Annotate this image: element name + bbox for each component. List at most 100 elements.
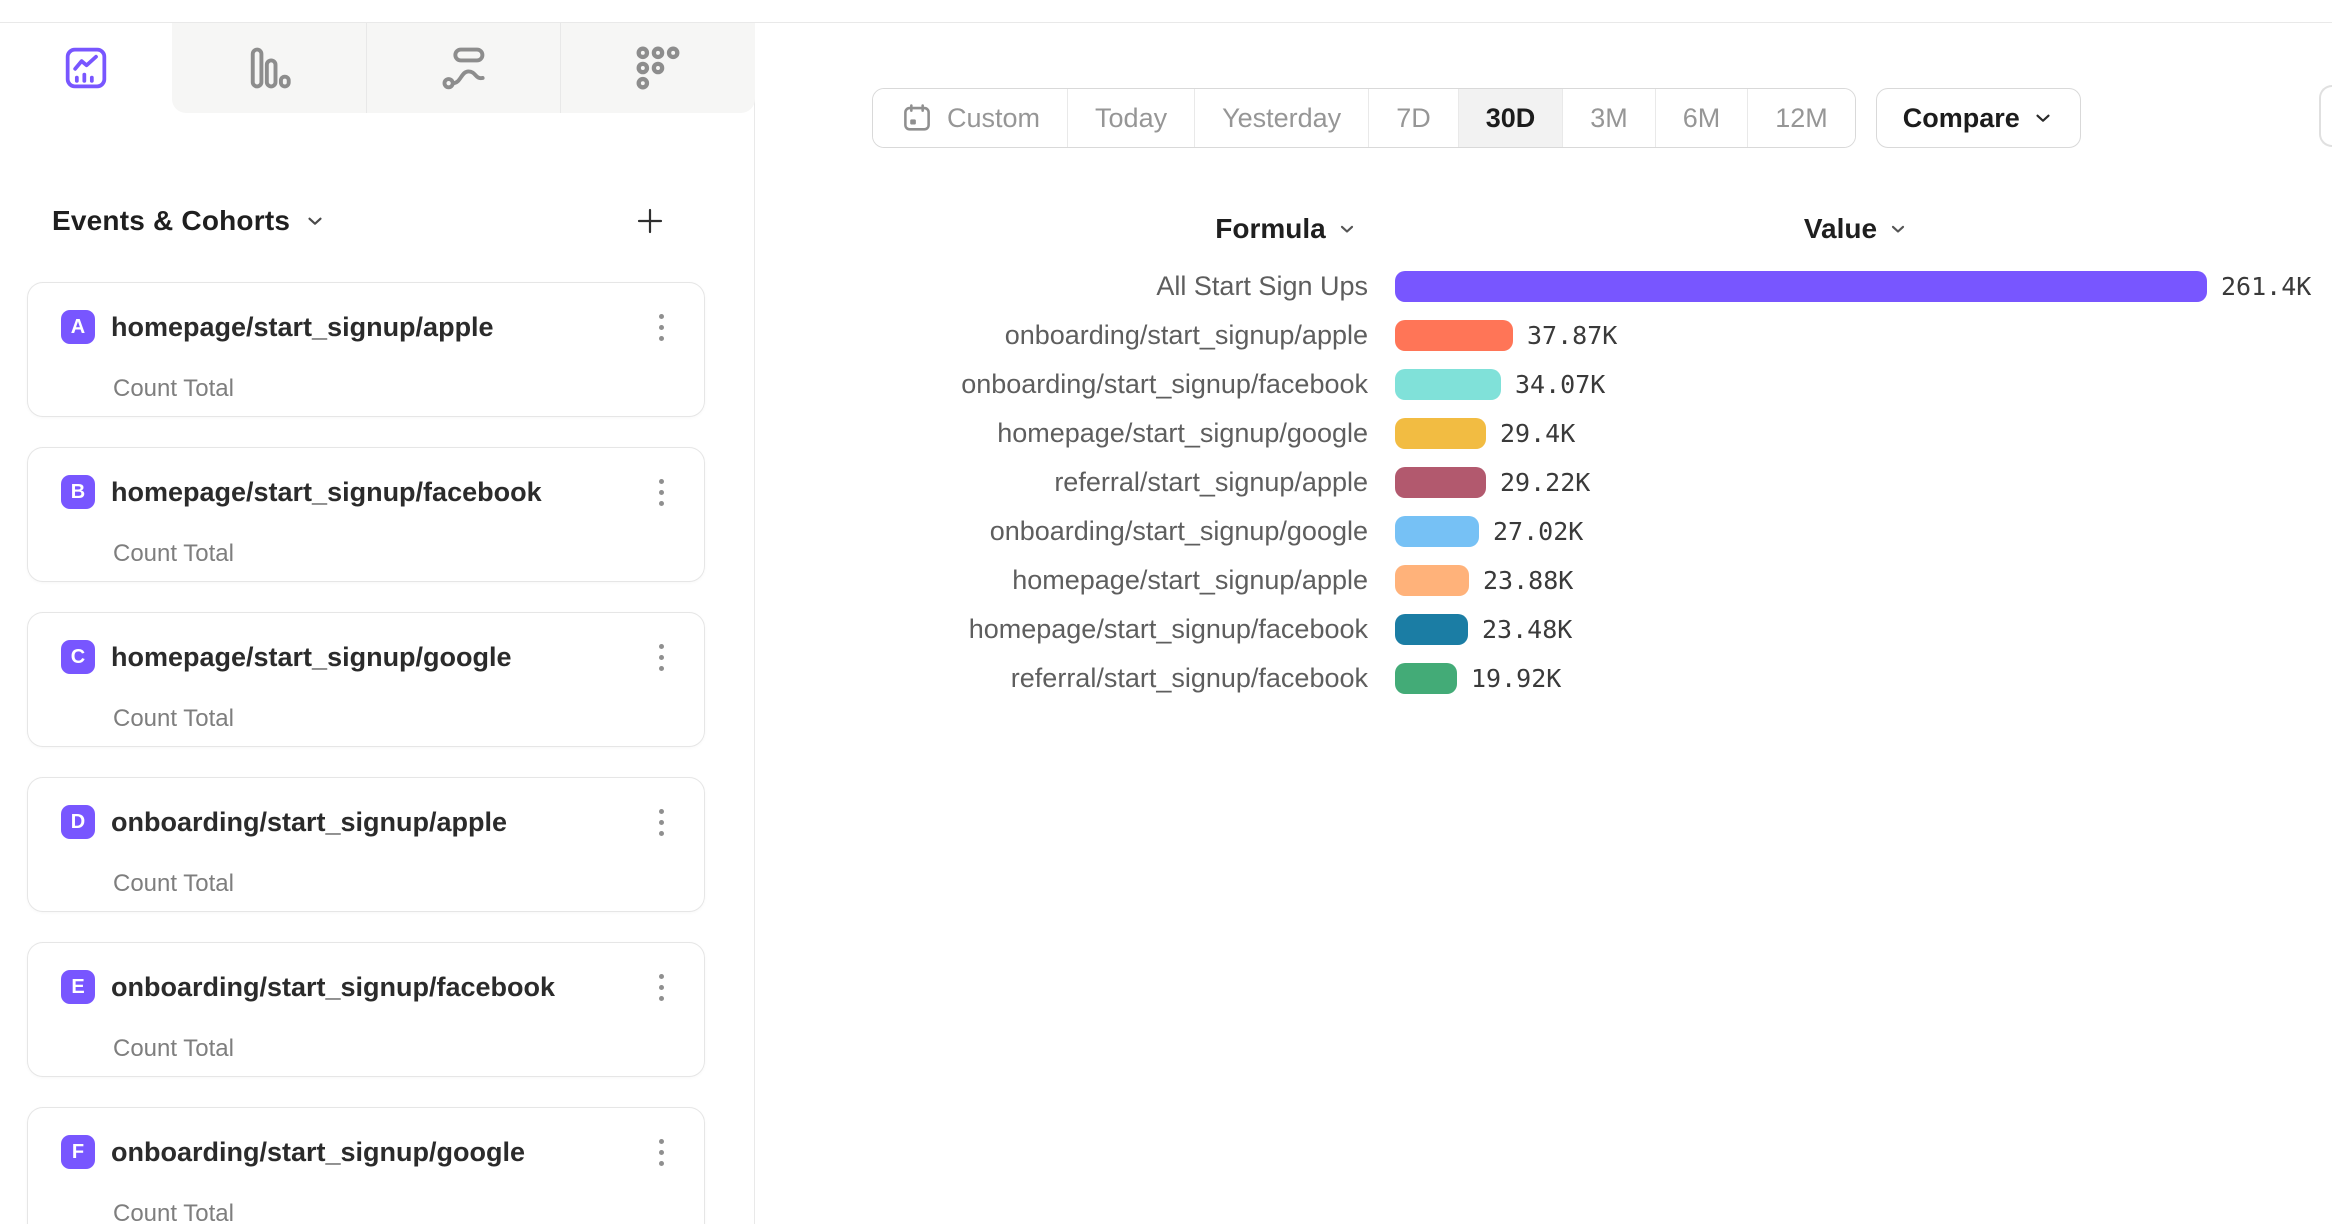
events-cohorts-title[interactable]: Events & Cohorts (52, 205, 290, 237)
chart-row: homepage/start_signup/apple 23.88K (756, 556, 2332, 605)
chart-row-track: 29.4K (1395, 418, 1575, 449)
tab-group-unselected (172, 23, 755, 113)
bar-chart-icon (243, 42, 295, 94)
kebab-menu-icon[interactable] (646, 637, 676, 677)
chart-bar[interactable] (1395, 565, 1469, 596)
date-range-option-custom[interactable]: Custom (873, 89, 1067, 147)
chart-row-track: 261.4K (1395, 271, 2311, 302)
date-range-option-today[interactable]: Today (1067, 89, 1194, 147)
compare-button[interactable]: Compare (1876, 88, 2081, 148)
chart-row-label: onboarding/start_signup/google (756, 516, 1368, 547)
chart-row-label: All Start Sign Ups (756, 271, 1368, 302)
chart-bar-value: 27.02K (1493, 517, 1583, 546)
chart-row: homepage/start_signup/google 29.4K (756, 409, 2332, 458)
date-range-label: 3M (1590, 103, 1628, 134)
event-card[interactable]: B homepage/start_signup/facebook Count T… (27, 447, 705, 582)
date-range-label: 7D (1396, 103, 1431, 134)
date-range-label: 6M (1683, 103, 1721, 134)
chart-column-headers: Formula Value (756, 213, 2332, 255)
date-range-option-6m[interactable]: 6M (1655, 89, 1748, 147)
insights-chart-icon (61, 43, 111, 93)
kebab-menu-icon[interactable] (646, 802, 676, 842)
chart-row-label: homepage/start_signup/apple (756, 565, 1368, 596)
event-card[interactable]: E onboarding/start_signup/facebook Count… (27, 942, 705, 1077)
chart-row-label: referral/start_signup/apple (756, 467, 1368, 498)
chart-row: referral/start_signup/apple 29.22K (756, 458, 2332, 507)
date-range-option-3m[interactable]: 3M (1562, 89, 1655, 147)
kebab-menu-icon[interactable] (646, 967, 676, 1007)
date-range-option-12m[interactable]: 12M (1747, 89, 1855, 147)
event-card-title: onboarding/start_signup/facebook (111, 972, 646, 1003)
flows-icon (438, 42, 490, 94)
formula-header-dropdown[interactable]: Formula (1056, 213, 1516, 245)
tab-insights[interactable] (0, 23, 172, 113)
event-card[interactable]: F onboarding/start_signup/google Count T… (27, 1107, 705, 1224)
event-letter-badge[interactable]: B (61, 475, 95, 509)
event-card-title: homepage/start_signup/apple (111, 312, 646, 343)
chart-row: onboarding/start_signup/apple 37.87K (756, 311, 2332, 360)
chevron-down-icon[interactable] (304, 210, 326, 232)
chart-type-tabstrip (0, 23, 755, 113)
event-letter-badge[interactable]: D (61, 805, 95, 839)
event-card-title: homepage/start_signup/facebook (111, 477, 646, 508)
chart-bar-value: 34.07K (1515, 370, 1605, 399)
sidebar: Events & Cohorts A homepage/start_signup… (0, 23, 755, 1224)
chart-bar-value: 29.4K (1500, 419, 1575, 448)
event-card[interactable]: C homepage/start_signup/google Count Tot… (27, 612, 705, 747)
chart-bar[interactable] (1395, 516, 1479, 547)
chart-row: referral/start_signup/facebook 19.92K (756, 654, 2332, 703)
chart-row-label: onboarding/start_signup/apple (756, 320, 1368, 351)
kebab-menu-icon[interactable] (646, 307, 676, 347)
events-cohorts-header: Events & Cohorts (52, 193, 672, 249)
chart-bar[interactable] (1395, 663, 1457, 694)
event-card-subtitle: Count Total (113, 705, 676, 733)
chart-bar[interactable] (1395, 614, 1468, 645)
chart-bar[interactable] (1395, 271, 2207, 302)
date-range-toolbar: Custom Today Yesterday 7D 30D 3M 6M 12M … (872, 88, 2081, 148)
chart-row-track: 34.07K (1395, 369, 1605, 400)
date-range-label: 30D (1486, 103, 1536, 134)
compare-label: Compare (1903, 103, 2020, 134)
chart-row-track: 27.02K (1395, 516, 1583, 547)
chart-row: onboarding/start_signup/facebook 34.07K (756, 360, 2332, 409)
event-letter-badge[interactable]: C (61, 640, 95, 674)
date-range-option-yesterday[interactable]: Yesterday (1194, 89, 1368, 147)
event-card-title: homepage/start_signup/google (111, 642, 646, 673)
chart-bar-value: 29.22K (1500, 468, 1590, 497)
event-card[interactable]: A homepage/start_signup/apple Count Tota… (27, 282, 705, 417)
event-card-subtitle: Count Total (113, 375, 676, 403)
event-card-title: onboarding/start_signup/apple (111, 807, 646, 838)
kebab-menu-icon[interactable] (646, 472, 676, 512)
event-card-subtitle: Count Total (113, 870, 676, 898)
tab-flows[interactable] (366, 23, 561, 113)
value-header-dropdown[interactable]: Value (1626, 213, 2086, 245)
chart-bar[interactable] (1395, 369, 1501, 400)
chart-row-track: 23.48K (1395, 614, 1572, 645)
kebab-menu-icon[interactable] (646, 1132, 676, 1172)
chevron-down-icon (1337, 219, 1357, 239)
edge-partial-button[interactable] (2319, 85, 2332, 147)
chart-bar[interactable] (1395, 418, 1486, 449)
chart-bar[interactable] (1395, 320, 1513, 351)
bar-chart-rows: All Start Sign Ups 261.4K onboarding/sta… (756, 262, 2332, 703)
tab-retention[interactable] (560, 23, 755, 113)
event-card[interactable]: D onboarding/start_signup/apple Count To… (27, 777, 705, 912)
tab-bar-chart[interactable] (172, 23, 366, 113)
chart-bar-value: 19.92K (1471, 664, 1561, 693)
chart-row-track: 23.88K (1395, 565, 1573, 596)
date-range-option-7d[interactable]: 7D (1368, 89, 1458, 147)
event-card-subtitle: Count Total (113, 1035, 676, 1063)
event-letter-badge[interactable]: E (61, 970, 95, 1004)
date-range-option-30d[interactable]: 30D (1458, 89, 1563, 147)
chart-row-label: homepage/start_signup/facebook (756, 614, 1368, 645)
report-main: Custom Today Yesterday 7D 30D 3M 6M 12M … (756, 23, 2332, 1224)
date-range-label: Today (1095, 103, 1167, 134)
event-letter-badge[interactable]: F (61, 1135, 95, 1169)
event-letter-badge[interactable]: A (61, 310, 95, 344)
chart-bar[interactable] (1395, 467, 1486, 498)
chart-bar-value: 23.88K (1483, 566, 1573, 595)
add-event-button[interactable] (628, 199, 672, 243)
value-header-label: Value (1804, 213, 1877, 245)
event-card-title: onboarding/start_signup/google (111, 1137, 646, 1168)
chart-row-track: 37.87K (1395, 320, 1617, 351)
